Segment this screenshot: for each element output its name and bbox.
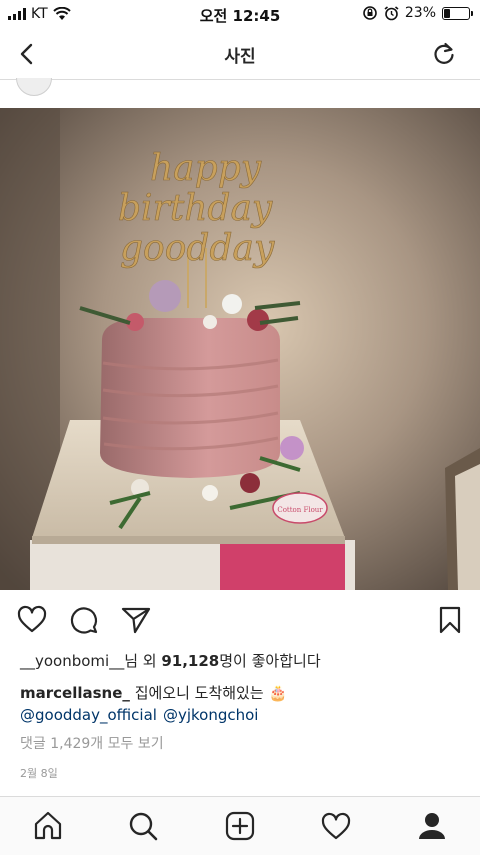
cake-emoji: 🎂 bbox=[268, 684, 288, 702]
caption-text: 집에오니 도착해있는 bbox=[134, 684, 264, 702]
bookmark-icon[interactable] bbox=[434, 604, 466, 636]
avatar[interactable] bbox=[16, 78, 52, 96]
battery-fill bbox=[444, 8, 450, 18]
mentions: @goodday_official @yjkongchoi bbox=[20, 706, 264, 724]
box-label: Cotton Flour bbox=[277, 506, 323, 514]
search-icon[interactable] bbox=[126, 809, 160, 843]
likes-count[interactable]: 91,128 bbox=[161, 652, 219, 670]
activity-icon[interactable] bbox=[319, 809, 353, 843]
nav-bar: 사진 bbox=[0, 28, 480, 80]
status-bar: KT 오전 12:45 23% bbox=[0, 0, 480, 28]
page-title: 사진 bbox=[224, 47, 256, 67]
refresh-icon[interactable] bbox=[430, 40, 458, 68]
share-icon[interactable] bbox=[120, 604, 152, 636]
battery-icon bbox=[442, 6, 473, 20]
comment-icon[interactable] bbox=[68, 604, 100, 636]
caption: marcellasne_ 집에오니 도착해있는 🎂 bbox=[20, 682, 287, 703]
profile-icon[interactable] bbox=[415, 809, 449, 843]
likes-prefix: 님 외 bbox=[124, 652, 162, 670]
alarm-icon bbox=[384, 5, 399, 20]
add-icon[interactable] bbox=[223, 809, 257, 843]
caption-user[interactable]: marcellasne_ bbox=[20, 684, 130, 702]
mention-link[interactable]: @yjkongchoi bbox=[163, 706, 259, 724]
topper-line-2: birthday bbox=[118, 188, 273, 229]
tab-bar bbox=[0, 796, 480, 855]
topper-line-1: happy bbox=[150, 148, 262, 189]
battery-percent: 23% bbox=[404, 5, 436, 21]
topper-line-3: goodday bbox=[120, 228, 275, 269]
heart-icon[interactable] bbox=[16, 604, 48, 636]
likes-line[interactable]: __yoonbomi__님 외 91,128명이 좋아합니다 bbox=[20, 650, 321, 671]
home-icon[interactable] bbox=[31, 809, 65, 843]
view-comments-link[interactable]: 댓글 1,429개 모두 보기 bbox=[20, 733, 164, 753]
post-date: 2월 8일 bbox=[20, 767, 58, 780]
likes-suffix: 명이 좋아합니다 bbox=[219, 652, 321, 670]
status-right: 23% bbox=[362, 5, 473, 21]
rotation-lock-icon bbox=[363, 6, 377, 20]
likes-user[interactable]: __yoonbomi__ bbox=[20, 652, 124, 670]
action-row bbox=[0, 600, 480, 640]
post-photo[interactable]: happy birthday goodday Cotton Flour bbox=[0, 108, 480, 590]
mention-link[interactable]: @goodday_official bbox=[20, 706, 157, 724]
